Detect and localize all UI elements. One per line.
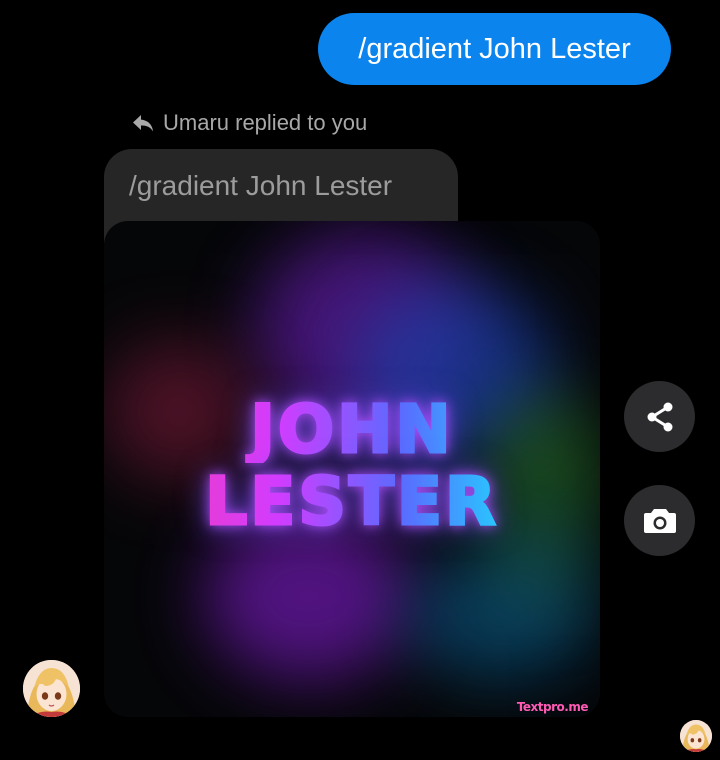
reply-indicator-text: Umaru replied to you [163,110,368,135]
reply-arrow-icon [133,115,153,132]
neon-line-1: JOHN [104,395,600,464]
camera-button[interactable] [624,485,695,556]
sender-avatar[interactable] [23,660,80,717]
anime-girl-avatar-icon [23,660,80,717]
camera-icon [643,508,676,533]
image-message[interactable]: JOHN LESTER Textpro.me [104,221,600,717]
share-icon [647,402,672,431]
watermark: Textpro.me [516,700,589,714]
seen-avatar [680,720,712,752]
share-button[interactable] [624,381,695,452]
outgoing-message-text: /gradient John Lester [358,33,631,65]
quoted-message-text: /gradient John Lester [129,170,393,201]
anime-girl-avatar-small-icon [680,720,712,752]
outgoing-message-bubble[interactable]: /gradient John Lester [318,13,671,85]
neon-line-2: LESTER [104,467,600,536]
reply-indicator: Umaru replied to you [131,108,367,138]
